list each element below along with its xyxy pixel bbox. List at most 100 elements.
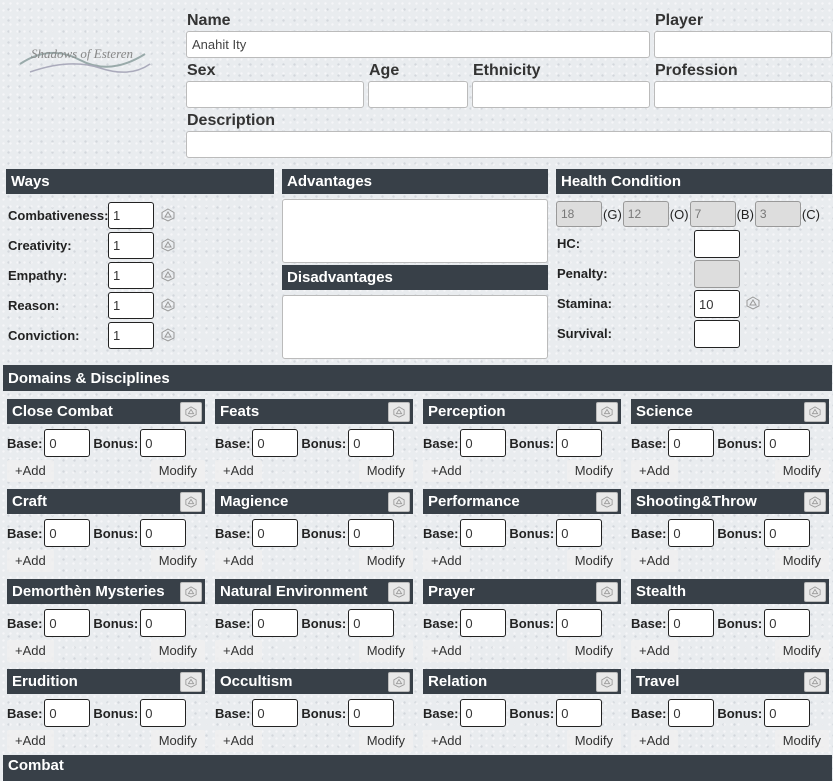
base-field[interactable]: 0	[460, 699, 507, 727]
dice-icon[interactable]	[804, 671, 826, 692]
bonus-field[interactable]: 0	[140, 429, 187, 457]
modify-button[interactable]: Modify	[774, 730, 829, 752]
modify-button[interactable]: Modify	[774, 640, 829, 662]
modify-button[interactable]: Modify	[566, 460, 621, 482]
stamina-field[interactable]: 10	[694, 290, 740, 318]
bonus-field[interactable]: 0	[140, 519, 187, 547]
dice-icon[interactable]	[180, 491, 202, 512]
modify-button[interactable]: Modify	[358, 640, 413, 662]
base-field[interactable]: 0	[460, 609, 507, 637]
modify-button[interactable]: Modify	[150, 460, 205, 482]
hc-field[interactable]	[694, 230, 740, 258]
add-button[interactable]: +Add	[631, 460, 678, 482]
ethnicity-field[interactable]	[472, 81, 650, 108]
add-button[interactable]: +Add	[7, 550, 54, 572]
base-field[interactable]: 0	[252, 429, 299, 457]
disadvantages-textarea[interactable]	[282, 295, 548, 359]
sex-field[interactable]	[186, 81, 364, 108]
modify-button[interactable]: Modify	[150, 640, 205, 662]
dice-icon[interactable]	[160, 297, 176, 313]
dice-icon[interactable]	[180, 671, 202, 692]
health-box-g[interactable]: 18	[556, 201, 602, 227]
dice-icon[interactable]	[745, 295, 761, 311]
dice-icon[interactable]	[160, 237, 176, 253]
dice-icon[interactable]	[804, 401, 826, 422]
modify-button[interactable]: Modify	[566, 730, 621, 752]
bonus-field[interactable]: 0	[556, 519, 603, 547]
modify-button[interactable]: Modify	[150, 550, 205, 572]
add-button[interactable]: +Add	[215, 730, 262, 752]
name-field[interactable]: Anahit Ity	[186, 31, 650, 58]
dice-icon[interactable]	[388, 491, 410, 512]
modify-button[interactable]: Modify	[566, 640, 621, 662]
bonus-field[interactable]: 0	[556, 429, 603, 457]
way-value[interactable]: 1	[108, 291, 154, 319]
age-field[interactable]	[368, 81, 468, 108]
add-button[interactable]: +Add	[423, 730, 470, 752]
base-field[interactable]: 0	[44, 609, 91, 637]
add-button[interactable]: +Add	[7, 730, 54, 752]
add-button[interactable]: +Add	[631, 640, 678, 662]
bonus-field[interactable]: 0	[348, 429, 395, 457]
bonus-field[interactable]: 0	[764, 609, 811, 637]
dice-icon[interactable]	[388, 671, 410, 692]
dice-icon[interactable]	[388, 401, 410, 422]
modify-button[interactable]: Modify	[566, 550, 621, 572]
base-field[interactable]: 0	[668, 519, 715, 547]
bonus-field[interactable]: 0	[140, 699, 187, 727]
dice-icon[interactable]	[160, 327, 176, 343]
base-field[interactable]: 0	[668, 699, 715, 727]
way-value[interactable]: 1	[108, 201, 154, 229]
bonus-field[interactable]: 0	[348, 609, 395, 637]
player-field[interactable]	[654, 31, 832, 58]
way-value[interactable]: 1	[108, 321, 154, 349]
add-button[interactable]: +Add	[215, 550, 262, 572]
advantages-textarea[interactable]	[282, 199, 548, 263]
add-button[interactable]: +Add	[7, 460, 54, 482]
base-field[interactable]: 0	[252, 609, 299, 637]
way-value[interactable]: 1	[108, 231, 154, 259]
bonus-field[interactable]: 0	[556, 609, 603, 637]
dice-icon[interactable]	[804, 491, 826, 512]
bonus-field[interactable]: 0	[348, 699, 395, 727]
base-field[interactable]: 0	[668, 609, 715, 637]
description-field[interactable]	[186, 131, 832, 158]
base-field[interactable]: 0	[44, 519, 91, 547]
dice-icon[interactable]	[596, 491, 618, 512]
modify-button[interactable]: Modify	[774, 550, 829, 572]
add-button[interactable]: +Add	[7, 640, 54, 662]
bonus-field[interactable]: 0	[140, 609, 187, 637]
bonus-field[interactable]: 0	[764, 519, 811, 547]
base-field[interactable]: 0	[44, 429, 91, 457]
dice-icon[interactable]	[180, 401, 202, 422]
add-button[interactable]: +Add	[423, 550, 470, 572]
dice-icon[interactable]	[160, 267, 176, 283]
survival-field[interactable]	[694, 320, 740, 348]
health-box-b[interactable]: 7	[689, 201, 736, 227]
dice-icon[interactable]	[804, 581, 826, 602]
modify-button[interactable]: Modify	[358, 460, 413, 482]
base-field[interactable]: 0	[252, 699, 299, 727]
base-field[interactable]: 0	[252, 519, 299, 547]
health-box-o[interactable]: 12	[622, 201, 669, 227]
modify-button[interactable]: Modify	[150, 730, 205, 752]
dice-icon[interactable]	[180, 581, 202, 602]
bonus-field[interactable]: 0	[348, 519, 395, 547]
dice-icon[interactable]	[160, 207, 176, 223]
add-button[interactable]: +Add	[423, 460, 470, 482]
dice-icon[interactable]	[596, 671, 618, 692]
add-button[interactable]: +Add	[215, 460, 262, 482]
dice-icon[interactable]	[596, 401, 618, 422]
base-field[interactable]: 0	[44, 699, 91, 727]
modify-button[interactable]: Modify	[358, 550, 413, 572]
dice-icon[interactable]	[596, 581, 618, 602]
way-value[interactable]: 1	[108, 261, 154, 289]
base-field[interactable]: 0	[668, 429, 715, 457]
health-box-c[interactable]: 3	[754, 201, 801, 227]
base-field[interactable]: 0	[460, 429, 507, 457]
profession-field[interactable]	[654, 81, 832, 108]
modify-button[interactable]: Modify	[774, 460, 829, 482]
bonus-field[interactable]: 0	[764, 699, 811, 727]
add-button[interactable]: +Add	[631, 550, 678, 572]
bonus-field[interactable]: 0	[764, 429, 811, 457]
